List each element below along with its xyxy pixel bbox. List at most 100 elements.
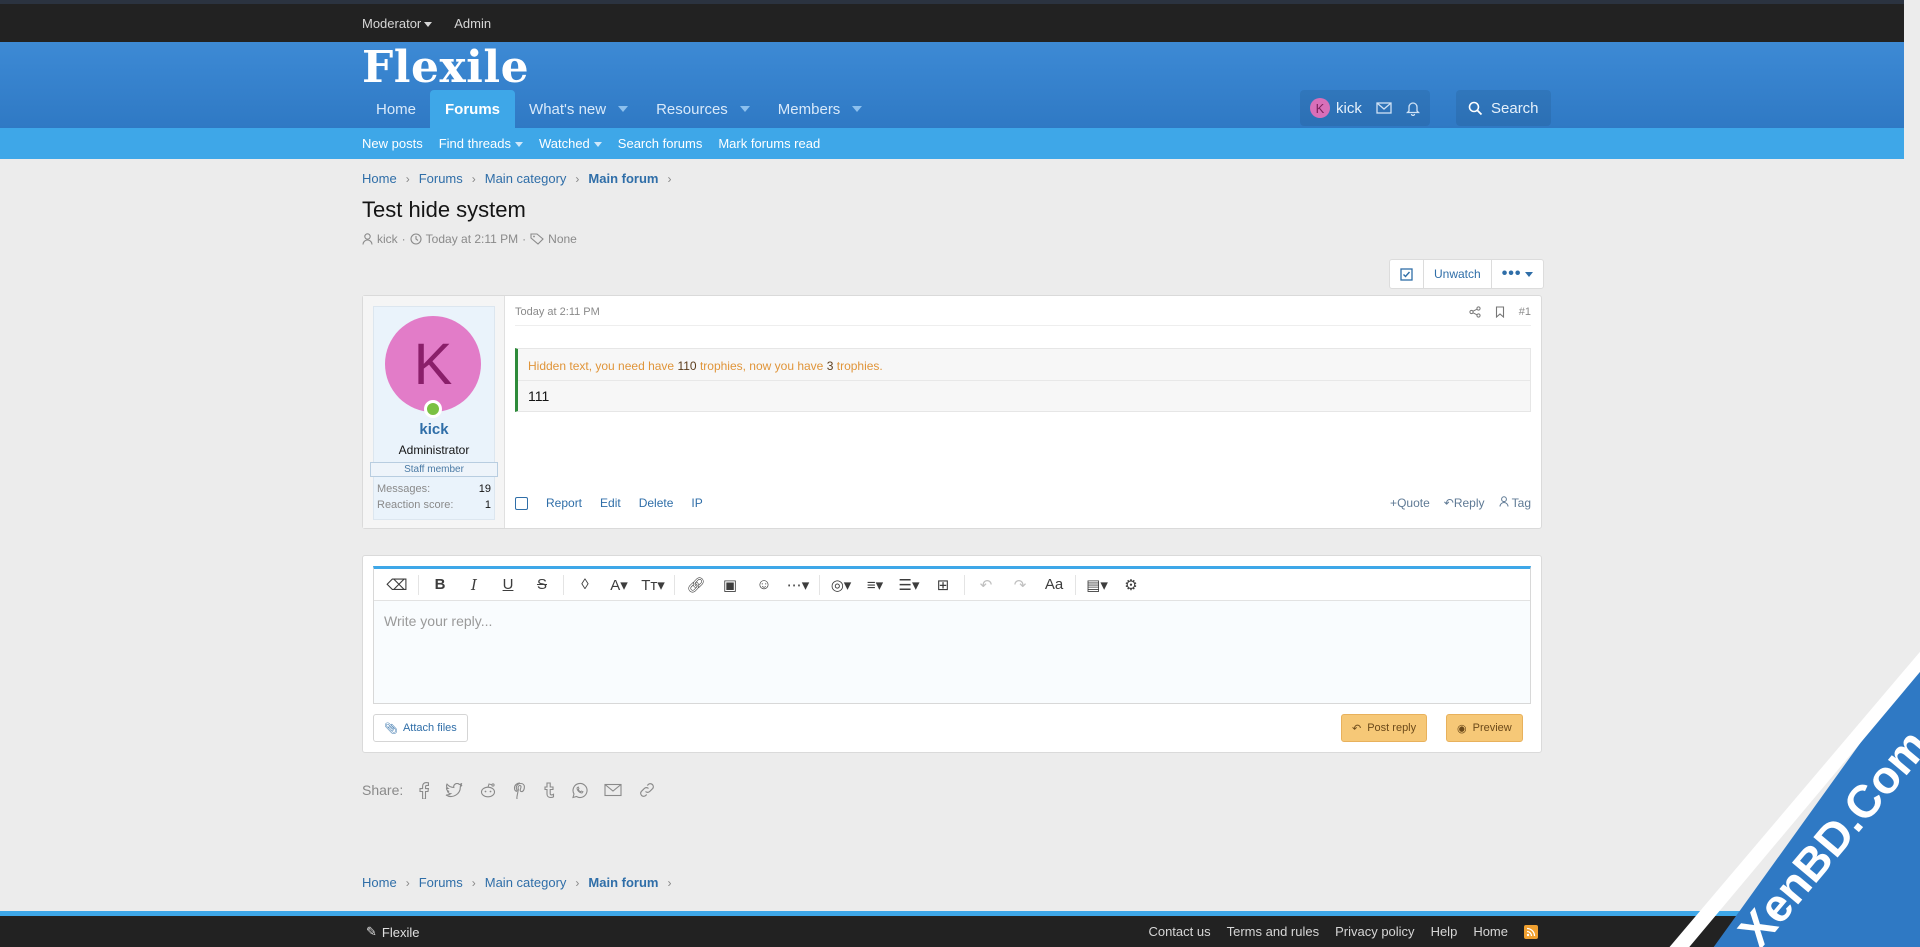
undo-icon[interactable]: ↶ <box>971 572 1001 598</box>
eraser-icon[interactable]: ⌫ <box>382 572 412 598</box>
breadcrumb-forum[interactable]: Main forum <box>588 875 658 890</box>
share-bar: Share: <box>362 781 656 799</box>
breadcrumb-forums[interactable]: Forums <box>419 171 463 186</box>
contact-link[interactable]: Contact us <box>1148 924 1210 939</box>
image-icon[interactable]: ▣ <box>715 572 745 598</box>
text-color-icon[interactable]: ◊ <box>570 572 600 598</box>
privacy-link[interactable]: Privacy policy <box>1335 924 1414 939</box>
facebook-icon[interactable] <box>419 781 430 799</box>
tag-button[interactable]: Tag <box>1499 496 1531 510</box>
reply-button[interactable]: ↶Reply <box>1444 496 1485 510</box>
smiley-icon[interactable]: ☺ <box>749 572 779 598</box>
hide-content-icon[interactable]: ◎▾ <box>826 572 856 598</box>
post-number[interactable]: #1 <box>1519 306 1531 318</box>
staff-bar: Moderator Admin <box>0 0 1904 42</box>
report-link[interactable]: Report <box>546 496 582 510</box>
attach-files-button[interactable]: 📎︎ Attach files <box>373 714 468 742</box>
rss-icon[interactable] <box>1524 924 1538 939</box>
bell-icon[interactable] <box>1405 100 1420 116</box>
unwatch-button[interactable]: Unwatch <box>1423 260 1491 288</box>
breadcrumb-category[interactable]: Main category <box>485 171 567 186</box>
search-forums-link[interactable]: Search forums <box>618 136 703 151</box>
twitter-icon[interactable] <box>445 782 463 798</box>
share-icon[interactable] <box>1469 306 1481 318</box>
hidden-content-box: Hidden text, you need have 110 trophies,… <box>515 348 1531 412</box>
user-icon <box>1499 496 1509 507</box>
thread-author[interactable]: kick <box>377 232 398 246</box>
nav-resources[interactable]: Resources <box>642 90 764 128</box>
admin-link[interactable]: Admin <box>454 16 491 31</box>
strikethrough-icon[interactable]: S <box>527 572 557 598</box>
preview-button[interactable]: ◉ Preview <box>1446 714 1523 742</box>
nav-members[interactable]: Members <box>764 90 877 128</box>
email-icon[interactable] <box>604 783 622 797</box>
breadcrumb-home[interactable]: Home <box>362 171 397 186</box>
delete-link[interactable]: Delete <box>639 496 674 510</box>
chevron-right-icon: › <box>575 171 580 186</box>
home-link[interactable]: Home <box>1473 924 1508 939</box>
quote-button[interactable]: +Quote <box>1390 496 1430 510</box>
avatar[interactable]: K <box>385 316 481 412</box>
align-icon[interactable]: ≡▾ <box>860 572 890 598</box>
eye-icon: ◉ <box>1457 722 1467 735</box>
nav-home[interactable]: Home <box>362 90 430 128</box>
reply-icon: ↶ <box>1443 496 1454 510</box>
moderator-menu[interactable]: Moderator <box>362 16 433 31</box>
link-icon[interactable]: 🔗︎ <box>681 572 711 598</box>
toggle-bbcode-icon[interactable]: Aa <box>1039 572 1069 598</box>
select-thread-button[interactable] <box>1390 260 1423 288</box>
nav-forums[interactable]: Forums <box>430 90 516 128</box>
font-family-icon[interactable]: A▾ <box>604 572 634 598</box>
font-size-icon[interactable]: Tт▾ <box>638 572 668 598</box>
find-threads-menu[interactable]: Find threads <box>439 136 523 151</box>
link-icon[interactable] <box>638 781 656 799</box>
pinterest-icon[interactable] <box>513 781 527 799</box>
inbox-icon[interactable] <box>1376 101 1392 115</box>
site-logo[interactable]: Flexile <box>362 42 529 93</box>
chevron-down-icon[interactable] <box>852 106 863 112</box>
underline-icon[interactable]: U <box>493 572 523 598</box>
help-link[interactable]: Help <box>1431 924 1458 939</box>
reply-editor[interactable]: ⌫ B I U S ◊ A▾ Tт▾ 🔗︎ ▣ ☺ ⋯▾ ◎▾ ≡▾ ☰▾ ⊞ … <box>373 566 1531 704</box>
terms-link[interactable]: Terms and rules <box>1227 924 1319 939</box>
editor-toolbar: ⌫ B I U S ◊ A▾ Tт▾ 🔗︎ ▣ ☺ ⋯▾ ◎▾ ≡▾ ☰▾ ⊞ … <box>374 569 1530 601</box>
scrollbar[interactable] <box>1904 0 1920 947</box>
chevron-down-icon[interactable] <box>739 106 750 112</box>
edit-link[interactable]: Edit <box>600 496 621 510</box>
post-username[interactable]: kick <box>363 421 505 438</box>
nav-whats-new[interactable]: What's new <box>515 90 642 128</box>
account-link[interactable]: K kick <box>1310 98 1362 118</box>
table-icon[interactable]: ⊞ <box>928 572 958 598</box>
search-button[interactable]: Search <box>1456 90 1551 126</box>
select-post-checkbox[interactable] <box>515 496 528 510</box>
tumblr-icon[interactable] <box>543 781 555 799</box>
chevron-down-icon[interactable] <box>618 106 629 112</box>
watched-menu[interactable]: Watched <box>539 136 602 151</box>
post-date[interactable]: Today at 2:11 PM <box>515 306 600 318</box>
mark-read-link[interactable]: Mark forums read <box>718 136 820 151</box>
thread-date[interactable]: Today at 2:11 PM <box>426 232 519 246</box>
breadcrumb-category[interactable]: Main category <box>485 875 567 890</box>
paperclip-icon: 📎︎ <box>384 722 398 735</box>
post-reply-button[interactable]: ↶ Post reply <box>1341 714 1428 742</box>
new-posts-link[interactable]: New posts <box>362 136 423 151</box>
style-chooser[interactable]: ✎ Flexile <box>366 924 419 940</box>
breadcrumb-home[interactable]: Home <box>362 875 397 890</box>
ip-link[interactable]: IP <box>691 496 702 510</box>
whatsapp-icon[interactable] <box>571 782 588 799</box>
bold-icon[interactable]: B <box>425 572 455 598</box>
breadcrumb-forums[interactable]: Forums <box>419 875 463 890</box>
drafts-icon[interactable]: ▤▾ <box>1082 572 1112 598</box>
messages-count[interactable]: 19 <box>479 483 491 499</box>
paintbrush-icon: ✎ <box>366 924 377 939</box>
gear-icon[interactable]: ⚙ <box>1116 572 1146 598</box>
bookmark-icon[interactable] <box>1495 306 1505 318</box>
italic-icon[interactable]: I <box>459 572 489 598</box>
more-options-button[interactable]: ••• <box>1490 260 1543 288</box>
list-icon[interactable]: ☰▾ <box>894 572 924 598</box>
reddit-icon[interactable] <box>479 782 497 798</box>
tag-icon <box>530 233 544 245</box>
redo-icon[interactable]: ↷ <box>1005 572 1035 598</box>
breadcrumb-forum[interactable]: Main forum <box>588 171 658 186</box>
more-insert-icon[interactable]: ⋯▾ <box>783 572 813 598</box>
